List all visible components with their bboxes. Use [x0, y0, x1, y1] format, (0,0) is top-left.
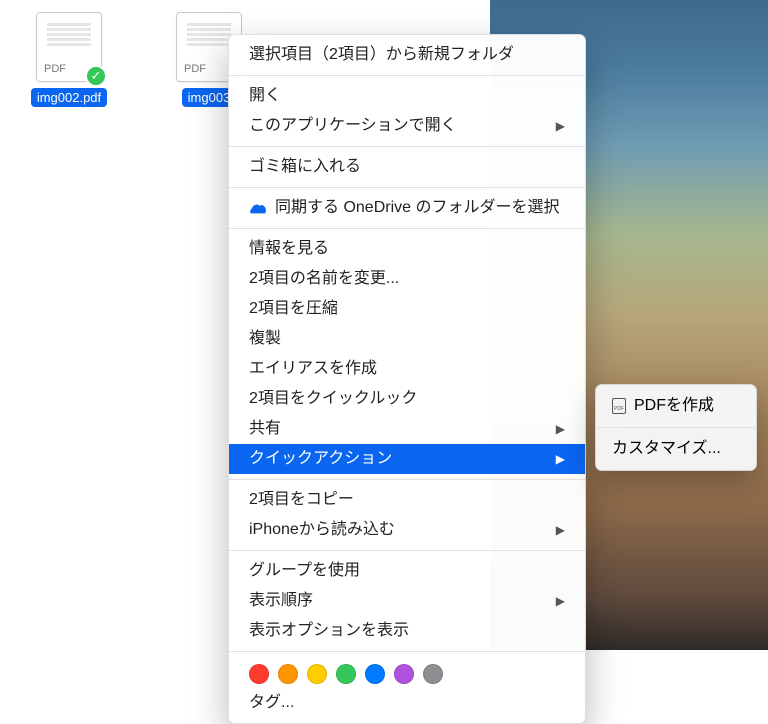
submenu-create-pdf[interactable]: PDFを作成 [596, 390, 756, 422]
menu-make-alias[interactable]: エイリアスを作成 [229, 354, 585, 384]
menu-open[interactable]: 開く [229, 81, 585, 111]
file-type-badge: PDF [43, 63, 67, 75]
submenu-customize[interactable]: カスタマイズ... [596, 433, 756, 465]
menu-share[interactable]: 共有▶ [229, 414, 585, 444]
tag-blue[interactable] [365, 664, 385, 684]
menu-new-folder[interactable]: 選択項目（2項目）から新規フォルダ [229, 40, 585, 70]
file-name-label: img002.pdf [31, 88, 107, 107]
menu-separator [229, 228, 585, 229]
menu-separator [596, 427, 756, 428]
tag-gray[interactable] [423, 664, 443, 684]
tag-green[interactable] [336, 664, 356, 684]
menu-import-iphone[interactable]: iPhoneから読み込む▶ [229, 515, 585, 545]
menu-open-with[interactable]: このアプリケーションで開く▶ [229, 111, 585, 141]
menu-onedrive[interactable]: 同期する OneDrive のフォルダーを選択 [229, 193, 585, 223]
pdf-thumbnail: PDF ✓ [36, 12, 102, 82]
chevron-right-icon: ▶ [556, 115, 565, 137]
menu-get-info[interactable]: 情報を見る [229, 234, 585, 264]
menu-use-groups[interactable]: グループを使用 [229, 556, 585, 586]
menu-separator [229, 479, 585, 480]
menu-sort-by[interactable]: 表示順序▶ [229, 586, 585, 616]
menu-compress[interactable]: 2項目を圧縮 [229, 294, 585, 324]
menu-duplicate[interactable]: 複製 [229, 324, 585, 354]
chevron-right-icon: ▶ [556, 519, 565, 541]
tag-orange[interactable] [278, 664, 298, 684]
chevron-right-icon: ▶ [556, 418, 565, 440]
file-item[interactable]: PDF ✓ img002.pdf [28, 12, 110, 107]
file-type-badge: PDF [183, 63, 207, 75]
tag-yellow[interactable] [307, 664, 327, 684]
pdf-icon [612, 398, 626, 414]
sync-check-icon: ✓ [85, 65, 107, 87]
tag-color-row [229, 657, 585, 688]
chevron-right-icon: ▶ [556, 448, 565, 470]
menu-separator [229, 550, 585, 551]
chevron-right-icon: ▶ [556, 590, 565, 612]
menu-separator [229, 75, 585, 76]
menu-quick-look[interactable]: 2項目をクイックルック [229, 384, 585, 414]
quick-actions-submenu: PDFを作成 カスタマイズ... [595, 384, 757, 471]
menu-view-options[interactable]: 表示オプションを表示 [229, 616, 585, 646]
menu-quick-actions[interactable]: クイックアクション▶ [229, 444, 585, 474]
menu-separator [229, 146, 585, 147]
onedrive-icon [249, 202, 267, 214]
menu-trash[interactable]: ゴミ箱に入れる [229, 152, 585, 182]
tag-red[interactable] [249, 664, 269, 684]
menu-tags[interactable]: タグ... [229, 688, 585, 718]
menu-separator [229, 187, 585, 188]
menu-separator [229, 651, 585, 652]
context-menu: 選択項目（2項目）から新規フォルダ 開く このアプリケーションで開く▶ ゴミ箱に… [228, 34, 586, 724]
menu-copy[interactable]: 2項目をコピー [229, 485, 585, 515]
menu-rename[interactable]: 2項目の名前を変更... [229, 264, 585, 294]
tag-purple[interactable] [394, 664, 414, 684]
